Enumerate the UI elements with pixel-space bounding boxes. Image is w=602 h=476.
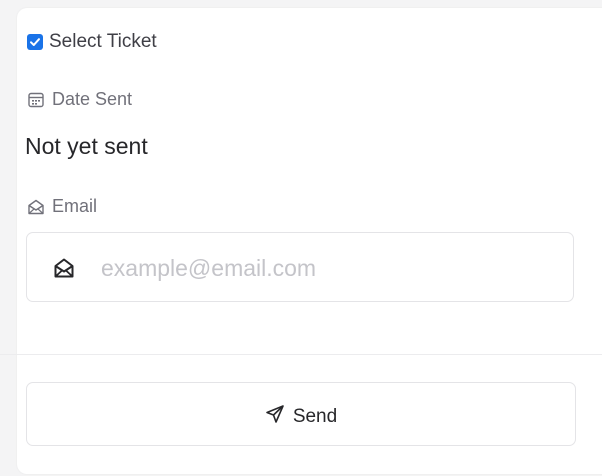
email-field-container[interactable] <box>26 232 574 303</box>
email-label: Email <box>27 196 97 217</box>
ticket-card: Select Ticket Date Sent Not yet sent Ema… <box>0 8 602 474</box>
date-sent-value: Not yet sent <box>25 133 148 159</box>
section-divider <box>0 354 602 355</box>
envelope-open-icon <box>28 199 44 214</box>
select-ticket-checkbox[interactable] <box>27 34 43 50</box>
calendar-icon <box>28 92 44 107</box>
send-icon <box>266 405 284 423</box>
email-label-text: Email <box>52 196 98 216</box>
select-ticket-row[interactable]: Select Ticket <box>27 31 157 53</box>
send-button[interactable]: Send <box>26 382 576 446</box>
date-sent-label: Date Sent <box>27 89 132 110</box>
checkmark-icon <box>30 38 40 46</box>
send-button-label: Send <box>292 406 338 427</box>
envelope-open-icon <box>54 258 74 278</box>
select-ticket-label: Select Ticket <box>49 31 157 52</box>
email-input[interactable] <box>99 233 563 303</box>
date-sent-label-text: Date Sent <box>52 89 133 109</box>
